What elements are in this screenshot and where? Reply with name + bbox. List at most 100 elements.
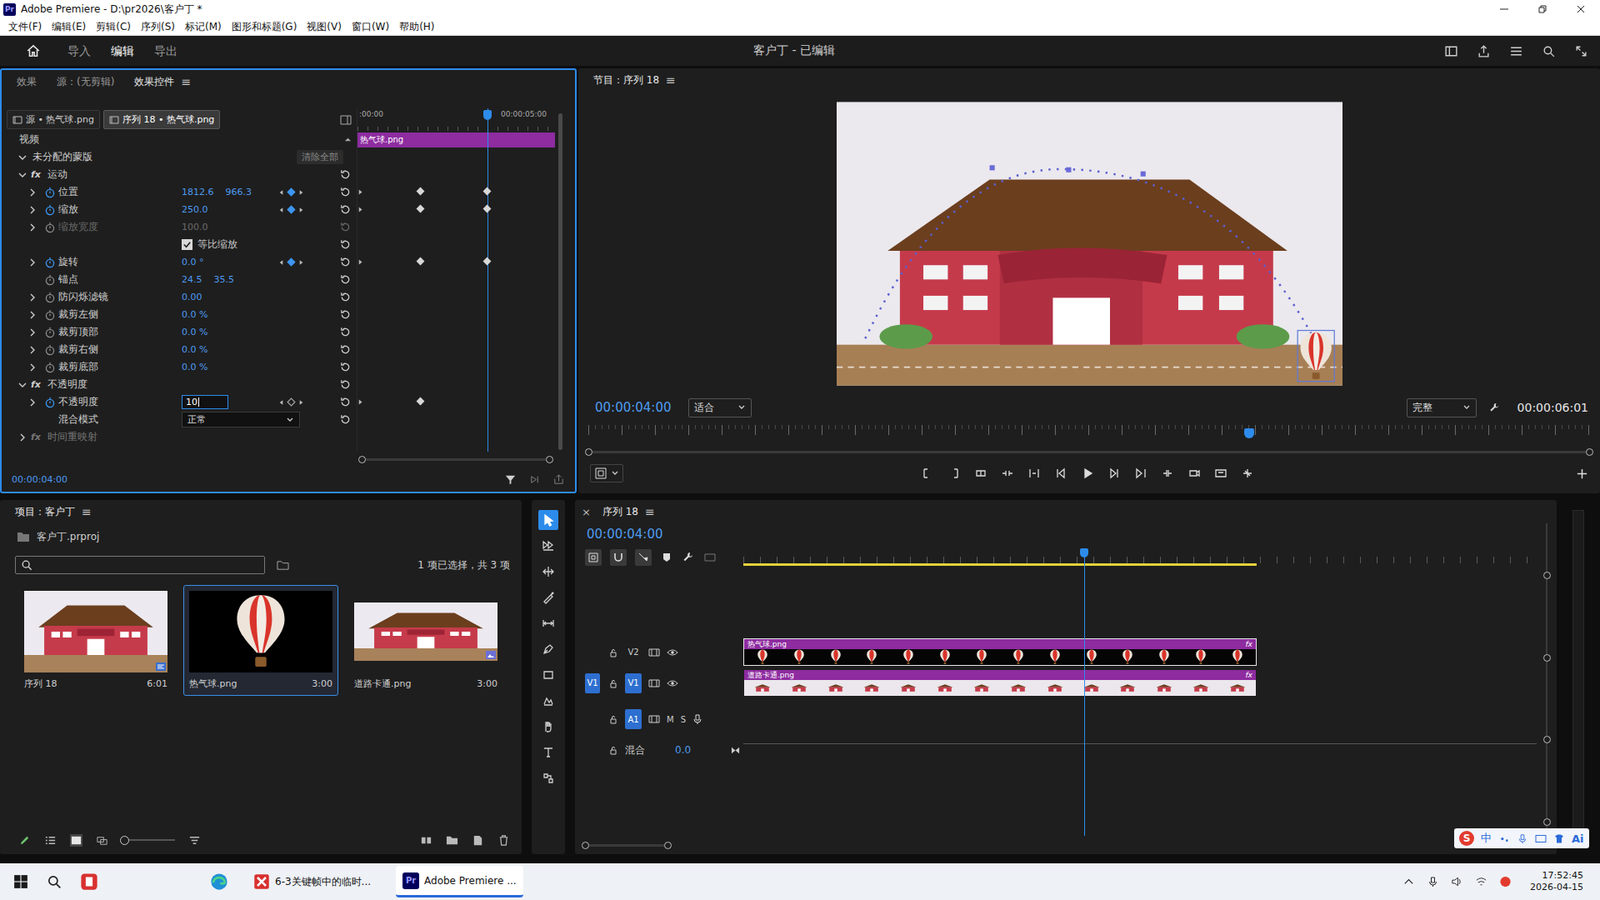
panel-menu-button[interactable]: ≡ [665, 73, 676, 87]
next-keyframe-icon[interactable] [297, 188, 305, 197]
tool-button[interactable] [538, 742, 559, 763]
project-item[interactable]: 序列 186:01 [18, 585, 174, 696]
expand-icon[interactable] [27, 257, 38, 268]
sync-lock-icon[interactable] [648, 678, 660, 689]
lock-icon[interactable] [608, 678, 619, 689]
transport-button-icon[interactable] [974, 466, 988, 480]
next-keyframe-icon[interactable] [297, 258, 305, 267]
microphone-icon[interactable] [1426, 875, 1440, 888]
blend-mode-select[interactable]: 正常 [181, 411, 300, 428]
tool-button[interactable] [538, 639, 559, 660]
zoom-scrollbar[interactable] [585, 445, 1594, 459]
close-icon[interactable] [1561, 0, 1600, 19]
keyframe[interactable] [415, 205, 425, 214]
mini-ruler[interactable]: :00:0000:00:05:00 [356, 108, 555, 131]
panel-tab[interactable]: 项目：客户丁 [6, 505, 84, 520]
stopwatch-icon[interactable] [44, 361, 56, 374]
clip-source-button[interactable]: 源 • 热气球.png [6, 110, 100, 130]
linked-selection-icon[interactable] [635, 549, 652, 566]
reset-icon[interactable] [339, 325, 352, 339]
expand-icon[interactable] [27, 327, 38, 338]
reset-icon[interactable] [339, 255, 352, 269]
tool-button[interactable] [538, 716, 559, 737]
property-value[interactable]: 24.5 [181, 274, 203, 285]
add-keyframe-icon[interactable] [286, 257, 296, 267]
ime-ai-button[interactable]: Ai [1571, 832, 1585, 845]
property-value[interactable]: 966.3 [225, 186, 253, 198]
lock-icon[interactable] [608, 745, 619, 755]
keyboard-icon[interactable] [1535, 833, 1547, 845]
reset-icon[interactable] [339, 343, 352, 356]
taskbar-app[interactable]: 6-3关键帧中的临时... [246, 865, 378, 898]
panel-tab[interactable]: 源：(无剪辑) [48, 75, 123, 90]
property-value[interactable]: 250.0 [181, 204, 209, 215]
new-search-bin-icon[interactable] [276, 559, 290, 572]
menu-item[interactable]: 视图(V) [301, 20, 347, 35]
checkbox[interactable] [181, 239, 193, 250]
expand-icon[interactable] [17, 170, 28, 180]
vertical-scrollbar[interactable] [1536, 523, 1557, 836]
stopwatch-icon[interactable] [44, 344, 56, 356]
workspace-tab[interactable]: 编辑 [100, 35, 145, 66]
video-frame[interactable] [836, 101, 1343, 386]
work-area-bar[interactable] [743, 563, 1257, 566]
menu-item[interactable]: 标记(M) [180, 20, 227, 35]
stopwatch-icon[interactable] [44, 309, 56, 321]
source-patch[interactable]: V1 [585, 673, 600, 694]
icon-view-icon[interactable] [70, 834, 83, 847]
expand-icon[interactable] [27, 292, 38, 303]
stopwatch-icon[interactable] [44, 396, 56, 409]
expand-icon[interactable] [27, 222, 38, 233]
project-item[interactable]: 道路卡通.png3:00 [348, 585, 504, 696]
tool-button[interactable] [538, 690, 559, 711]
snap-icon[interactable] [610, 549, 627, 566]
eye-icon[interactable] [666, 647, 679, 658]
captions-icon[interactable] [703, 550, 717, 565]
project-item[interactable]: 热气球.png3:00 [183, 585, 339, 696]
pan-icon[interactable] [730, 745, 740, 755]
lock-icon[interactable] [608, 647, 619, 658]
reset-icon[interactable] [339, 203, 352, 216]
track-target[interactable]: V2 [625, 642, 642, 663]
speaker-icon[interactable] [1450, 875, 1464, 888]
sort-icon[interactable] [188, 834, 201, 847]
next-keyframe-icon[interactable] [297, 205, 305, 215]
sync-lock-icon[interactable] [648, 714, 660, 725]
scroll-up-icon[interactable] [344, 135, 352, 144]
prev-keyframe-icon[interactable] [277, 398, 285, 407]
tool-button[interactable] [538, 535, 559, 556]
fx-badge[interactable]: fx [30, 431, 43, 443]
clear-all-button[interactable]: 清除全部 [296, 150, 344, 165]
reset-icon[interactable] [339, 360, 352, 374]
timeline-timecode[interactable]: 00:00:04:00 [586, 526, 664, 542]
menu-item[interactable]: 窗口(W) [346, 20, 395, 35]
property-value[interactable]: 0.0 % [181, 309, 208, 320]
property-value[interactable]: 0.0 % [181, 326, 208, 338]
header-action-icon[interactable] [1574, 44, 1589, 59]
list-view-icon[interactable] [44, 834, 57, 847]
red-app-icon[interactable] [80, 872, 99, 891]
monitor-time-ruler[interactable] [588, 425, 1590, 442]
prev-keyframe-icon[interactable] [277, 258, 285, 267]
close-tab-button[interactable]: × [581, 505, 591, 519]
lock-icon[interactable] [608, 714, 619, 725]
reset-icon[interactable] [339, 168, 352, 181]
mix-volume[interactable]: 0.0 [675, 744, 691, 756]
transport-button-icon[interactable] [1187, 466, 1201, 480]
playhead-timecode[interactable]: 00:00:04:00 [595, 400, 672, 415]
transport-button-icon[interactable] [1027, 466, 1041, 480]
keyframe[interactable] [415, 257, 425, 266]
eye-icon[interactable] [666, 678, 679, 689]
reset-icon[interactable] [339, 290, 352, 304]
punctuation-icon[interactable] [1498, 833, 1510, 845]
reset-icon[interactable] [339, 378, 352, 391]
tool-button[interactable] [538, 665, 559, 685]
reset-icon[interactable] [339, 273, 352, 286]
value-input[interactable]: 10 [181, 395, 229, 410]
ime-mode[interactable]: 中 [1480, 830, 1492, 846]
pencil-icon[interactable] [18, 834, 31, 847]
prev-keyframe-icon[interactable] [277, 205, 285, 215]
keyframe[interactable] [415, 397, 425, 406]
property-value[interactable]: 0.0 % [181, 344, 208, 355]
expand-icon[interactable] [27, 397, 38, 408]
